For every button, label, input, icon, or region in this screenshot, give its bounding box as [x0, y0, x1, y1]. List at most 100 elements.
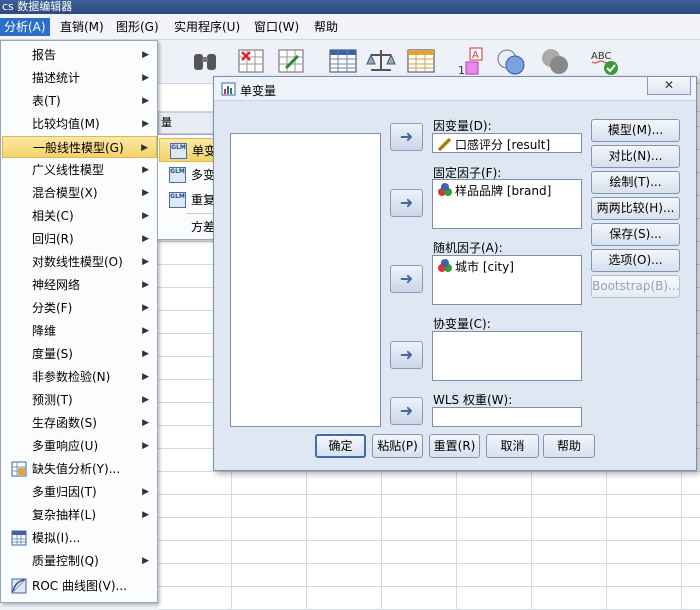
random-factor-list[interactable]: 城市 [city] — [432, 255, 582, 305]
menu-item-correlate[interactable]: 相关(C) ▶ — [2, 205, 157, 227]
dialog-title: 单变量 — [240, 84, 277, 98]
spell-check-icon[interactable]: ABC — [590, 46, 620, 76]
menu-item-generalized-linear[interactable]: 广义线性模型 ▶ — [2, 159, 157, 181]
window-title-bar: cs 数据编辑器 — [0, 0, 700, 14]
weight-cases-icon[interactable] — [366, 46, 396, 76]
menu-item-forecasting[interactable]: 预测(T) ▶ — [2, 389, 157, 411]
move-dependent-button[interactable]: ➜ — [390, 123, 423, 151]
menu-item-label: 复杂抽样(L) — [32, 508, 97, 522]
source-variable-list[interactable] — [230, 133, 381, 427]
menu-item-nonparametric[interactable]: 非参数检验(N) ▶ — [2, 366, 157, 388]
menu-utilities[interactable]: 实用程序(U) — [170, 18, 244, 36]
model-button[interactable]: 模型(M)... — [591, 119, 680, 142]
submenu-arrow-icon: ▶ — [142, 257, 149, 267]
arrow-right-icon: ➜ — [399, 127, 414, 146]
column-header[interactable]: 量 — [158, 112, 218, 134]
split-file-icon[interactable] — [328, 46, 358, 76]
scale-variable-icon — [437, 137, 452, 151]
menu-analyze[interactable]: 分析(A) — [0, 18, 50, 36]
menu-item-label: 分类(F) — [32, 301, 73, 315]
menu-direct-marketing[interactable]: 直销(M) — [56, 18, 108, 36]
move-fixed-button[interactable]: ➜ — [390, 189, 423, 217]
ok-button[interactable]: 确定 — [315, 434, 366, 458]
menu-item-compare-means[interactable]: 比较均值(M) ▶ — [2, 113, 157, 135]
reset-button[interactable]: 重置(R) — [429, 434, 480, 458]
menu-item-roc-curve[interactable]: ROC 曲线图(V)... — [2, 575, 157, 597]
menu-item-regression[interactable]: 回归(R) ▶ — [2, 228, 157, 250]
fixed-factor-value: 样品品牌 [brand] — [455, 184, 552, 198]
submenu-arrow-icon: ▶ — [142, 349, 149, 359]
wls-weight-field[interactable] — [432, 407, 582, 427]
menu-item-complex-samples[interactable]: 复杂抽样(L) ▶ — [2, 504, 157, 526]
menu-help[interactable]: 帮助 — [310, 18, 342, 36]
paste-button[interactable]: 粘贴(P) — [372, 434, 423, 458]
binoculars-icon[interactable] — [190, 46, 220, 76]
move-random-button[interactable]: ➜ — [390, 265, 423, 293]
univariate-dialog: 单变量 ✕ ➜ ➜ ➜ ➜ ➜ 因变量(D): 口感评分 [result] 固定… — [213, 76, 697, 471]
plots-button[interactable]: 绘制(T)... — [591, 171, 680, 194]
nominal-variable-icon — [438, 183, 452, 196]
menu-item-dimension-reduction[interactable]: 降维 ▶ — [2, 320, 157, 342]
menu-item-quality-control[interactable]: 质量控制(Q) ▶ — [2, 550, 157, 572]
menu-item-classify[interactable]: 分类(F) ▶ — [2, 297, 157, 319]
submenu-arrow-icon: ▶ — [142, 119, 149, 129]
menu-item-simulation[interactable]: 模拟(I)... — [2, 527, 157, 549]
insert-variable-icon[interactable] — [276, 46, 306, 76]
menu-item-glm[interactable]: 一般线性模型(G) ▶ — [2, 136, 157, 158]
show-all-variables-icon[interactable] — [540, 46, 570, 76]
dialog-app-icon — [221, 82, 236, 96]
menu-item-survival[interactable]: 生存函数(S) ▶ — [2, 412, 157, 434]
close-button[interactable]: ✕ — [647, 77, 691, 95]
menu-graphs[interactable]: 图形(G) — [112, 18, 163, 36]
menu-item-label: 表(T) — [32, 94, 61, 108]
menu-window[interactable]: 窗口(W) — [250, 18, 303, 36]
post-hoc-button[interactable]: 两两比较(H)... — [591, 197, 680, 220]
bootstrap-button[interactable]: Bootstrap(B)... — [591, 275, 680, 298]
dependent-label: 因变量(D): — [433, 119, 492, 133]
covariate-label: 协变量(C): — [433, 317, 491, 331]
menu-item-loglinear[interactable]: 对数线性模型(O) ▶ — [2, 251, 157, 273]
univariate-icon: GLM — [170, 143, 187, 159]
use-sets-icon[interactable] — [496, 46, 526, 76]
menu-item-reports[interactable]: 报告 ▶ — [2, 44, 157, 66]
covariate-list[interactable] — [432, 331, 582, 381]
menu-item-missing-value[interactable]: 缺失值分析(Y)... — [2, 458, 157, 480]
submenu-arrow-icon: ▶ — [142, 487, 149, 497]
menu-item-label: 生存函数(S) — [32, 416, 97, 430]
options-button[interactable]: 选项(O)... — [591, 249, 680, 272]
move-covariate-button[interactable]: ➜ — [390, 341, 423, 369]
nominal-variable-icon — [438, 259, 452, 272]
analyze-menu: 报告 ▶ 描述统计 ▶ 表(T) ▶ 比较均值(M) ▶ 一般线性模型(G) ▶ 广义线性… — [0, 40, 158, 603]
dependent-field[interactable]: 口感评分 [result] — [432, 133, 582, 153]
menu-item-neural-networks[interactable]: 神经网络 ▶ — [2, 274, 157, 296]
help-button[interactable]: 帮助 — [543, 434, 595, 458]
menu-item-multiple-response[interactable]: 多重响应(U) ▶ — [2, 435, 157, 457]
menu-item-label: 回归(R) — [32, 232, 74, 246]
menu-bar: 分析(A) 直销(M) 图形(G) 实用程序(U) 窗口(W) 帮助 — [0, 14, 700, 40]
arrow-right-icon: ➜ — [399, 345, 414, 364]
menu-item-label: 降维 — [32, 324, 57, 338]
insert-cases-icon[interactable] — [236, 46, 266, 76]
submenu-arrow-icon: ▶ — [142, 556, 149, 566]
dialog-title-bar[interactable]: 单变量 — [214, 77, 696, 101]
arrow-right-icon: ➜ — [399, 193, 414, 212]
submenu-arrow-icon: ▶ — [141, 143, 148, 153]
save-button[interactable]: 保存(S)... — [591, 223, 680, 246]
cancel-button[interactable]: 取消 — [486, 434, 539, 458]
window-title: cs 数据编辑器 — [2, 0, 73, 13]
fixed-factor-list[interactable]: 样品品牌 [brand] — [432, 179, 582, 229]
menu-item-mixed-models[interactable]: 混合模型(X) ▶ — [2, 182, 157, 204]
submenu-arrow-icon: ▶ — [142, 234, 149, 244]
svg-text:A: A — [472, 50, 479, 61]
submenu-arrow-icon: ▶ — [142, 372, 149, 382]
contrasts-button[interactable]: 对比(N)... — [591, 145, 680, 168]
move-wls-button[interactable]: ➜ — [390, 397, 423, 425]
select-cases-icon[interactable] — [406, 46, 436, 76]
value-labels-icon[interactable]: A1 — [456, 46, 486, 76]
menu-item-multiple-imputation[interactable]: 多重归因(T) ▶ — [2, 481, 157, 503]
menu-item-descriptive[interactable]: 描述统计 ▶ — [2, 67, 157, 89]
menu-item-scale[interactable]: 度量(S) ▶ — [2, 343, 157, 365]
repeated-measures-icon: GLM — [169, 192, 186, 208]
menu-item-tables[interactable]: 表(T) ▶ — [2, 90, 157, 112]
menu-item-label: ROC 曲线图(V)... — [32, 579, 127, 593]
